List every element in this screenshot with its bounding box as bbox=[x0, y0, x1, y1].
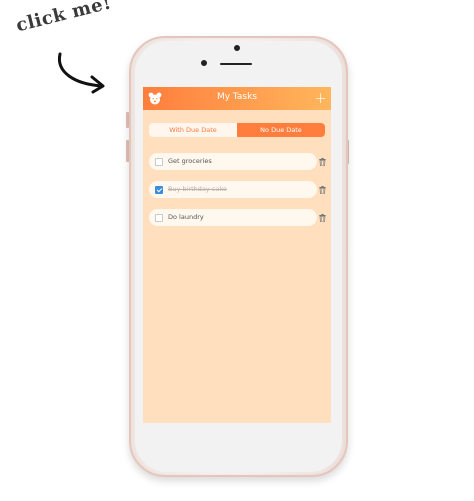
trash-icon[interactable] bbox=[319, 186, 326, 194]
click-me-callout: click me! bbox=[14, 0, 114, 37]
plus-icon: + bbox=[314, 89, 327, 107]
tab-with-due-date[interactable]: With Due Date bbox=[149, 123, 237, 137]
task-label: Get groceries bbox=[168, 157, 212, 165]
trash-icon[interactable] bbox=[319, 158, 326, 166]
add-task-button[interactable]: + bbox=[314, 88, 327, 108]
app-header: My Tasks + bbox=[143, 87, 331, 110]
task-item[interactable]: Do laundry bbox=[149, 209, 317, 226]
task-checkbox[interactable] bbox=[155, 214, 163, 222]
curved-arrow-icon bbox=[57, 52, 105, 94]
page-title: My Tasks bbox=[216, 92, 258, 102]
task-label: Do laundry bbox=[168, 213, 204, 221]
task-checkbox[interactable] bbox=[155, 186, 163, 194]
task-item[interactable]: Buy birthday cake bbox=[149, 181, 317, 198]
trash-icon[interactable] bbox=[319, 214, 326, 222]
due-date-segmented-control: With Due Date No Due Date bbox=[149, 123, 325, 137]
earpiece-speaker bbox=[220, 63, 252, 65]
tab-no-due-date[interactable]: No Due Date bbox=[237, 123, 325, 137]
proximity-sensor bbox=[201, 60, 207, 66]
front-camera bbox=[234, 45, 240, 51]
app-screen: My Tasks + With Due Date No Due Date Get… bbox=[143, 87, 331, 423]
task-checkbox[interactable] bbox=[155, 158, 163, 166]
task-label: Buy birthday cake bbox=[168, 185, 227, 193]
task-item[interactable]: Get groceries bbox=[149, 153, 317, 170]
